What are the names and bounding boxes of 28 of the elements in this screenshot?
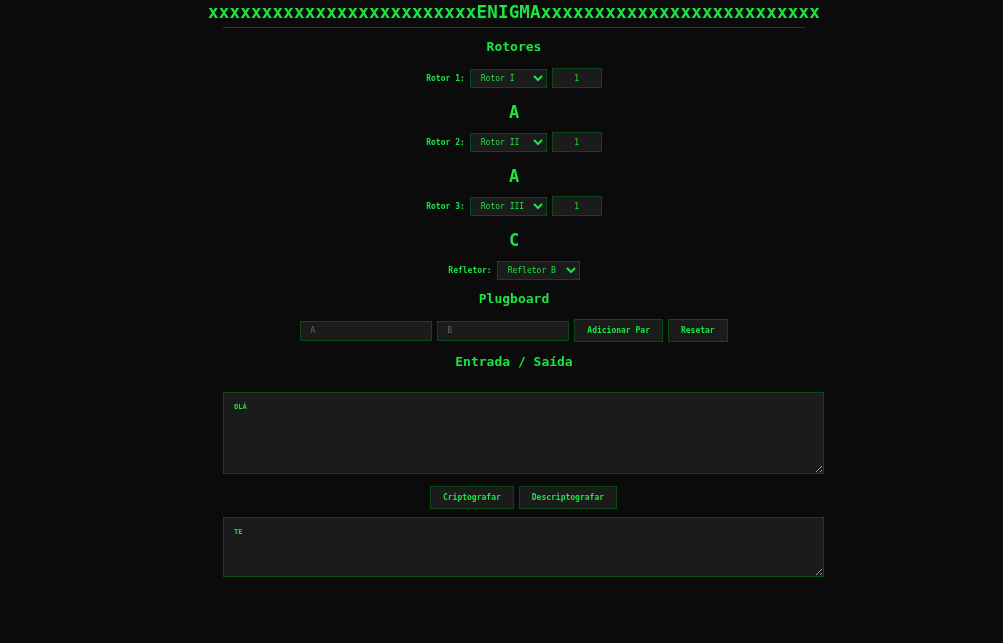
app-title: xxxxxxxxxxxxxxxxxxxxxxxxxENIGMAxxxxxxxxxxxxxxxxxxxxxxxxxx: [208, 1, 820, 24]
plug-field[interactable]: B: [437, 320, 570, 341]
plugboard-button[interactable]: Resetar: [667, 319, 728, 342]
position-field[interactable]: 1: [551, 196, 602, 216]
position-field[interactable]: 1: [551, 68, 602, 88]
section-title: Plugboard: [478, 291, 550, 307]
cipher-button[interactable]: Criptografar: [429, 486, 514, 509]
chevron-down-icon: [532, 74, 543, 82]
rotor-select[interactable]: Rotor I: [469, 68, 547, 88]
plugboard-button[interactable]: Adicionar Par: [574, 319, 663, 342]
rotor-label: Rotor 3:: [426, 201, 465, 211]
position-field[interactable]: 1: [551, 132, 602, 152]
rotor-select[interactable]: Rotor III: [469, 196, 547, 216]
reflector-select[interactable]: Refletor B: [496, 260, 580, 280]
section-title: Rotores: [486, 39, 542, 55]
reflector-label: Refletor:: [448, 265, 492, 275]
cipher-button[interactable]: Descriptografar: [518, 486, 617, 509]
chevron-down-icon: [532, 202, 543, 210]
plug-field[interactable]: A: [300, 320, 433, 341]
rotor-letter: C: [508, 229, 520, 252]
chevron-down-icon: [532, 138, 543, 146]
rotor-letter: A: [508, 165, 520, 188]
rotor-letter: A: [508, 101, 520, 124]
rotor-label: Rotor 1:: [426, 73, 465, 83]
chevron-down-icon: [565, 266, 576, 274]
section-title: Entrada / Saída: [455, 354, 573, 370]
rotor-label: Rotor 2:: [426, 137, 465, 147]
rotor-select[interactable]: Rotor II: [469, 132, 547, 152]
